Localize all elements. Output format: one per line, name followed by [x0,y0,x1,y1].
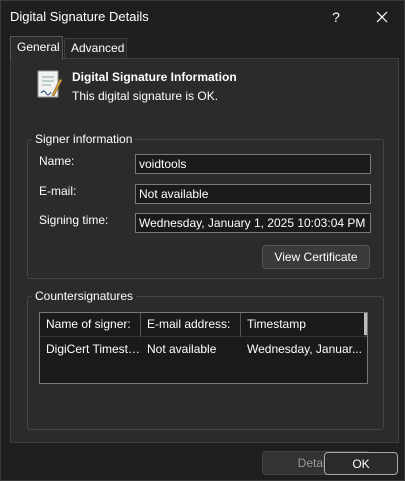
general-panel: Digital Signature Information This digit… [10,58,399,475]
signing-time-label: Signing time: [39,213,109,227]
countersignatures-legend: Countersignatures [32,289,137,303]
help-button[interactable]: ? [321,5,351,29]
list-header: Name of signer: E-mail address: Timestam… [40,313,367,337]
certificate-icon [37,70,63,98]
tab-general[interactable]: General [10,36,63,60]
list-scrollbar[interactable] [364,313,367,335]
name-label: Name: [39,154,75,168]
signature-details-dialog: Digital Signature Details ? General Adva… [0,0,405,481]
tab-advanced[interactable]: Advanced [64,38,127,59]
close-button[interactable] [367,5,397,29]
close-icon [376,11,388,23]
countersignatures-list[interactable]: Name of signer: E-mail address: Timestam… [39,312,368,384]
signature-status: This digital signature is OK. [72,89,219,103]
name-field[interactable]: voidtools [135,154,371,174]
tab-strip: General Advanced [10,36,400,60]
ok-button[interactable]: OK [324,452,398,475]
column-header-email[interactable]: E-mail address: [141,313,241,337]
signer-information-group: Signer information Name: voidtools E-mai… [27,132,384,279]
countersignatures-group: Countersignatures Name of signer: E-mail… [27,289,384,475]
email-field[interactable]: Not available [135,184,371,204]
column-header-name[interactable]: Name of signer: [40,313,141,337]
help-icon: ? [332,9,340,25]
signing-time-field[interactable]: Wednesday, January 1, 2025 10:03:04 PM [135,213,371,233]
column-header-timestamp[interactable]: Timestamp [241,313,366,337]
window-title: Digital Signature Details [10,9,149,24]
info-title: Digital Signature Information [72,70,237,84]
cell-signer-name: DigiCert Timesta... [46,342,141,356]
cell-email: Not available [147,342,217,356]
email-label: E-mail: [39,184,77,198]
signer-information-legend: Signer information [32,132,136,146]
view-certificate-button[interactable]: View Certificate [262,245,370,269]
cell-timestamp: Wednesday, Januar... [247,342,362,356]
title-bar: Digital Signature Details ? [1,1,404,33]
